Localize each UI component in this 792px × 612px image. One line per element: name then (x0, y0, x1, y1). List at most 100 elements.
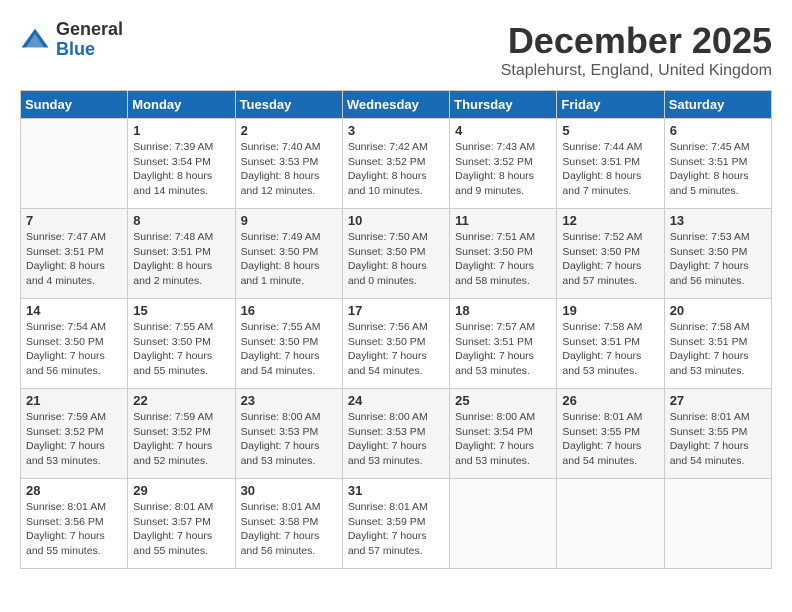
day-number: 7 (26, 213, 122, 228)
logo-blue-text: Blue (56, 40, 123, 60)
calendar-week-row: 1 Sunrise: 7:39 AM Sunset: 3:54 PM Daylig… (21, 119, 772, 209)
day-info: Sunrise: 8:01 AM Sunset: 3:58 PM Dayligh… (241, 500, 337, 559)
table-row: 10Sunrise: 7:50 AM Sunset: 3:50 PM Dayli… (342, 209, 449, 299)
day-info: Sunrise: 8:01 AM Sunset: 3:59 PM Dayligh… (348, 500, 444, 559)
day-info: Sunrise: 7:58 AM Sunset: 3:51 PM Dayligh… (670, 320, 766, 379)
day-number: 27 (670, 393, 766, 408)
day-info: Sunrise: 7:47 AM Sunset: 3:51 PM Dayligh… (26, 230, 122, 289)
day-number: 1 (133, 123, 229, 138)
day-info: Sunrise: 7:52 AM Sunset: 3:50 PM Dayligh… (562, 230, 658, 289)
logo-text: General Blue (56, 20, 123, 60)
day-number: 15 (133, 303, 229, 318)
day-number: 8 (133, 213, 229, 228)
table-row: 4 Sunrise: 7:43 AM Sunset: 3:52 PM Daylig… (450, 119, 557, 209)
table-row: 9Sunrise: 7:49 AM Sunset: 3:50 PM Daylig… (235, 209, 342, 299)
table-row: 31 Sunrise: 8:01 AM Sunset: 3:59 PM Dayli… (342, 479, 449, 569)
day-number: 13 (670, 213, 766, 228)
location: Staplehurst, England, United Kingdom (501, 62, 772, 80)
table-row: 22 Sunrise: 7:59 AM Sunset: 3:52 PM Dayli… (128, 389, 235, 479)
day-number: 22 (133, 393, 229, 408)
day-info: Sunrise: 7:55 AM Sunset: 3:50 PM Dayligh… (133, 320, 229, 379)
day-info: Sunrise: 7:51 AM Sunset: 3:50 PM Dayligh… (455, 230, 551, 289)
day-info: Sunrise: 8:00 AM Sunset: 3:53 PM Dayligh… (241, 410, 337, 469)
logo-icon (20, 25, 50, 55)
table-row: 13 Sunrise: 7:53 AM Sunset: 3:50 PM Dayli… (664, 209, 771, 299)
day-number: 12 (562, 213, 658, 228)
day-number: 23 (241, 393, 337, 408)
table-row: 16Sunrise: 7:55 AM Sunset: 3:50 PM Dayli… (235, 299, 342, 389)
day-number: 31 (348, 483, 444, 498)
day-number: 28 (26, 483, 122, 498)
day-number: 3 (348, 123, 444, 138)
header-friday: Friday (557, 91, 664, 119)
day-info: Sunrise: 7:48 AM Sunset: 3:51 PM Dayligh… (133, 230, 229, 289)
day-info: Sunrise: 7:44 AM Sunset: 3:51 PM Dayligh… (562, 140, 658, 199)
day-info: Sunrise: 8:01 AM Sunset: 3:55 PM Dayligh… (670, 410, 766, 469)
table-row: 20Sunrise: 7:58 AM Sunset: 3:51 PM Dayli… (664, 299, 771, 389)
day-number: 24 (348, 393, 444, 408)
table-row: 18 Sunrise: 7:57 AM Sunset: 3:51 PM Dayli… (450, 299, 557, 389)
calendar-week-row: 14 Sunrise: 7:54 AM Sunset: 3:50 PM Dayli… (21, 299, 772, 389)
logo: General Blue (20, 20, 123, 60)
day-number: 29 (133, 483, 229, 498)
table-row: 17 Sunrise: 7:56 AM Sunset: 3:50 PM Dayli… (342, 299, 449, 389)
calendar-week-row: 7 Sunrise: 7:47 AM Sunset: 3:51 PM Daylig… (21, 209, 772, 299)
day-number: 10 (348, 213, 444, 228)
day-number: 11 (455, 213, 551, 228)
day-number: 6 (670, 123, 766, 138)
table-row: 3 Sunrise: 7:42 AM Sunset: 3:52 PM Daylig… (342, 119, 449, 209)
day-number: 2 (241, 123, 337, 138)
table-row: 29 Sunrise: 8:01 AM Sunset: 3:57 PM Dayli… (128, 479, 235, 569)
day-info: Sunrise: 8:01 AM Sunset: 3:55 PM Dayligh… (562, 410, 658, 469)
day-number: 17 (348, 303, 444, 318)
calendar-table: Sunday Monday Tuesday Wednesday Thursday… (20, 90, 772, 569)
calendar-header-row: Sunday Monday Tuesday Wednesday Thursday… (21, 91, 772, 119)
day-number: 9 (241, 213, 337, 228)
table-row: 7 Sunrise: 7:47 AM Sunset: 3:51 PM Daylig… (21, 209, 128, 299)
day-info: Sunrise: 7:53 AM Sunset: 3:50 PM Dayligh… (670, 230, 766, 289)
day-info: Sunrise: 7:40 AM Sunset: 3:53 PM Dayligh… (241, 140, 337, 199)
day-info: Sunrise: 8:01 AM Sunset: 3:57 PM Dayligh… (133, 500, 229, 559)
day-number: 5 (562, 123, 658, 138)
table-row (21, 119, 128, 209)
day-info: Sunrise: 7:54 AM Sunset: 3:50 PM Dayligh… (26, 320, 122, 379)
day-info: Sunrise: 7:59 AM Sunset: 3:52 PM Dayligh… (133, 410, 229, 469)
table-row: 15 Sunrise: 7:55 AM Sunset: 3:50 PM Dayli… (128, 299, 235, 389)
page-header: General Blue December 2025 Staplehurst, … (20, 20, 772, 80)
calendar-week-row: 21Sunrise: 7:59 AM Sunset: 3:52 PM Dayli… (21, 389, 772, 479)
day-info: Sunrise: 7:59 AM Sunset: 3:52 PM Dayligh… (26, 410, 122, 469)
day-info: Sunrise: 7:39 AM Sunset: 3:54 PM Dayligh… (133, 140, 229, 199)
table-row: 6Sunrise: 7:45 AM Sunset: 3:51 PM Daylig… (664, 119, 771, 209)
logo-general-text: General (56, 20, 123, 40)
day-number: 18 (455, 303, 551, 318)
day-info: Sunrise: 7:56 AM Sunset: 3:50 PM Dayligh… (348, 320, 444, 379)
table-row (664, 479, 771, 569)
day-info: Sunrise: 7:58 AM Sunset: 3:51 PM Dayligh… (562, 320, 658, 379)
table-row (557, 479, 664, 569)
table-row: 2 Sunrise: 7:40 AM Sunset: 3:53 PM Daylig… (235, 119, 342, 209)
day-number: 19 (562, 303, 658, 318)
table-row: 8 Sunrise: 7:48 AM Sunset: 3:51 PM Daylig… (128, 209, 235, 299)
day-info: Sunrise: 8:00 AM Sunset: 3:53 PM Dayligh… (348, 410, 444, 469)
table-row: 14 Sunrise: 7:54 AM Sunset: 3:50 PM Dayli… (21, 299, 128, 389)
day-info: Sunrise: 7:57 AM Sunset: 3:51 PM Dayligh… (455, 320, 551, 379)
header-saturday: Saturday (664, 91, 771, 119)
calendar-week-row: 28 Sunrise: 8:01 AM Sunset: 3:56 PM Dayli… (21, 479, 772, 569)
table-row: 1 Sunrise: 7:39 AM Sunset: 3:54 PM Daylig… (128, 119, 235, 209)
table-row: 28 Sunrise: 8:01 AM Sunset: 3:56 PM Dayli… (21, 479, 128, 569)
table-row: 12 Sunrise: 7:52 AM Sunset: 3:50 PM Dayli… (557, 209, 664, 299)
day-info: Sunrise: 8:01 AM Sunset: 3:56 PM Dayligh… (26, 500, 122, 559)
header-sunday: Sunday (21, 91, 128, 119)
table-row: 23 Sunrise: 8:00 AM Sunset: 3:53 PM Dayli… (235, 389, 342, 479)
day-number: 14 (26, 303, 122, 318)
table-row (450, 479, 557, 569)
header-thursday: Thursday (450, 91, 557, 119)
day-number: 4 (455, 123, 551, 138)
day-info: Sunrise: 7:43 AM Sunset: 3:52 PM Dayligh… (455, 140, 551, 199)
day-info: Sunrise: 7:42 AM Sunset: 3:52 PM Dayligh… (348, 140, 444, 199)
header-monday: Monday (128, 91, 235, 119)
table-row: 30Sunrise: 8:01 AM Sunset: 3:58 PM Dayli… (235, 479, 342, 569)
month-title: December 2025 (501, 20, 772, 62)
day-info: Sunrise: 8:00 AM Sunset: 3:54 PM Dayligh… (455, 410, 551, 469)
table-row: 26Sunrise: 8:01 AM Sunset: 3:55 PM Dayli… (557, 389, 664, 479)
